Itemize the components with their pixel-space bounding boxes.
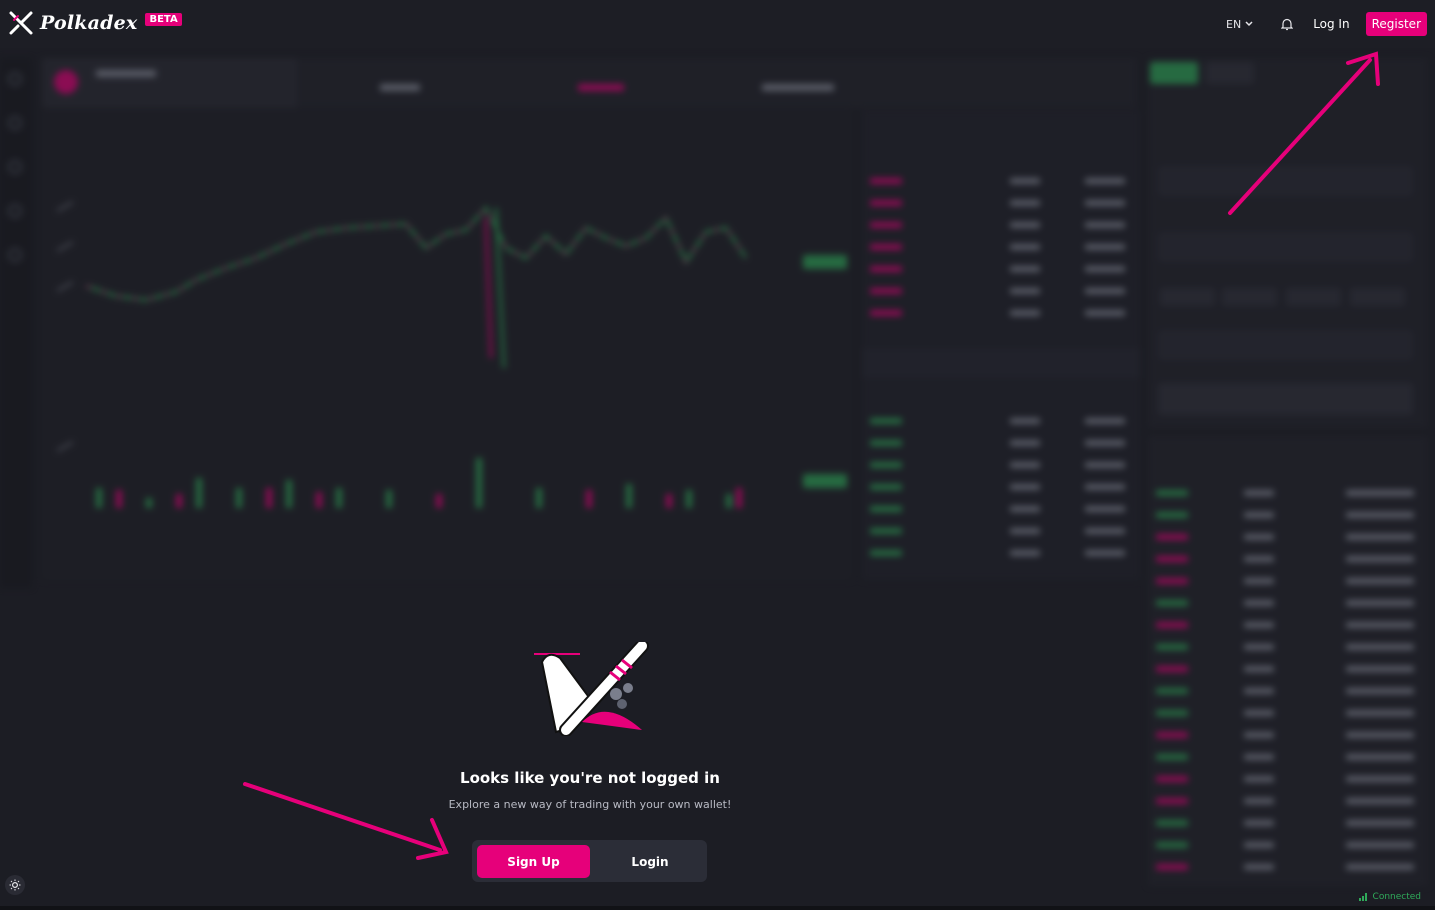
register-button[interactable]: Register (1365, 12, 1427, 36)
signup-button[interactable]: Sign Up (477, 845, 590, 878)
connect-trading-account (1158, 383, 1413, 415)
polkadex-illustration-icon (534, 642, 649, 736)
orderbook-row (870, 222, 1130, 228)
orderbook-row (870, 244, 1130, 250)
rail-icon (8, 160, 22, 174)
orderbook-row (870, 178, 1130, 184)
login-button[interactable]: Login (596, 845, 704, 878)
price-field (1158, 166, 1413, 196)
rail-icon (8, 204, 22, 218)
nav-actions: EN Log In Register (1226, 12, 1427, 36)
rail-icon (8, 116, 22, 130)
language-label: EN (1226, 17, 1242, 31)
recent-trade-row (1156, 732, 1416, 738)
percent-chip (1222, 288, 1277, 306)
recent-trade-row (1156, 490, 1416, 496)
login-link[interactable]: Log In (1313, 17, 1349, 31)
placeholder-text (96, 70, 156, 77)
price-tag (803, 474, 847, 488)
placeholder-text (380, 84, 420, 91)
sell-tab (1206, 62, 1254, 84)
theme-toggle[interactable] (5, 875, 25, 895)
drawing-tools (50, 158, 76, 568)
line-tool-icon (52, 434, 74, 452)
amount-field (1158, 232, 1413, 262)
not-logged-in-subtitle: Explore a new way of trading with your o… (448, 798, 732, 811)
orderbook-row (870, 440, 1130, 446)
polkadex-logo-icon (9, 11, 33, 35)
percent-chip (1286, 288, 1341, 306)
connection-status-label: Connected (1372, 892, 1421, 902)
brand-logo[interactable]: Polkadex BETA (8, 10, 182, 36)
bottom-border (0, 906, 1435, 910)
orderbook-spread (862, 348, 1140, 378)
candlestick-silhouette (86, 205, 748, 508)
placeholder-text (762, 84, 834, 91)
recent-trade-row (1156, 710, 1416, 716)
recent-trade-row (1156, 534, 1416, 540)
recent-trade-row (1156, 820, 1416, 826)
recent-trade-row (1156, 644, 1416, 650)
not-logged-in-title: Looks like you're not logged in (460, 769, 720, 787)
bell-icon (1281, 18, 1294, 30)
beta-badge: BETA (145, 12, 182, 26)
recent-trade-row (1156, 842, 1416, 848)
chevron-down-icon (1245, 21, 1253, 27)
recent-trade-row (1156, 776, 1416, 782)
recent-trade-row (1156, 798, 1416, 804)
sun-icon (9, 879, 21, 891)
recent-trade-row (1156, 512, 1416, 518)
recent-trade-row (1156, 556, 1416, 562)
signal-icon (1358, 893, 1367, 901)
recent-trades-panel (1148, 436, 1428, 886)
pair-logo-icon (54, 70, 78, 94)
orderbook-row (870, 310, 1130, 316)
buy-tab (1150, 62, 1198, 84)
line-tool-icon (52, 234, 74, 252)
orderbook-row (870, 528, 1130, 534)
placeholder-text (578, 84, 624, 91)
left-rail (0, 58, 32, 588)
orderbook-row (870, 418, 1130, 424)
percent-chip (1350, 288, 1405, 306)
brand-name: Polkadex (40, 12, 138, 34)
orderbook-row (870, 550, 1130, 556)
recent-trade-row (1156, 666, 1416, 672)
app-page: Polkadex BETA EN Log In Register Looks l… (0, 0, 1435, 910)
line-tool-icon (52, 274, 74, 292)
orderbook-row (870, 200, 1130, 206)
price-tag (803, 255, 847, 269)
orderbook-row (870, 266, 1130, 272)
recent-trade-row (1156, 864, 1416, 870)
recent-trade-row (1156, 600, 1416, 606)
recent-trade-row (1156, 578, 1416, 584)
recent-trade-row (1156, 754, 1416, 760)
language-selector[interactable]: EN (1226, 18, 1253, 31)
total-field (1158, 330, 1413, 360)
recent-trade-row (1156, 688, 1416, 694)
connection-status: Connected (1358, 892, 1421, 902)
recent-trade-row (1156, 622, 1416, 628)
top-navigation: Polkadex BETA EN Log In Register (0, 0, 1435, 48)
line-tool-icon (52, 194, 74, 212)
rail-icon (8, 248, 22, 262)
percent-chip (1160, 288, 1215, 306)
orderbook-row (870, 462, 1130, 468)
rail-icon (8, 72, 22, 86)
orderbook-row (870, 288, 1130, 294)
notifications-button[interactable] (1281, 18, 1294, 31)
orderbook-row (870, 484, 1130, 490)
orderbook-row (870, 506, 1130, 512)
pair-selector (42, 58, 297, 108)
